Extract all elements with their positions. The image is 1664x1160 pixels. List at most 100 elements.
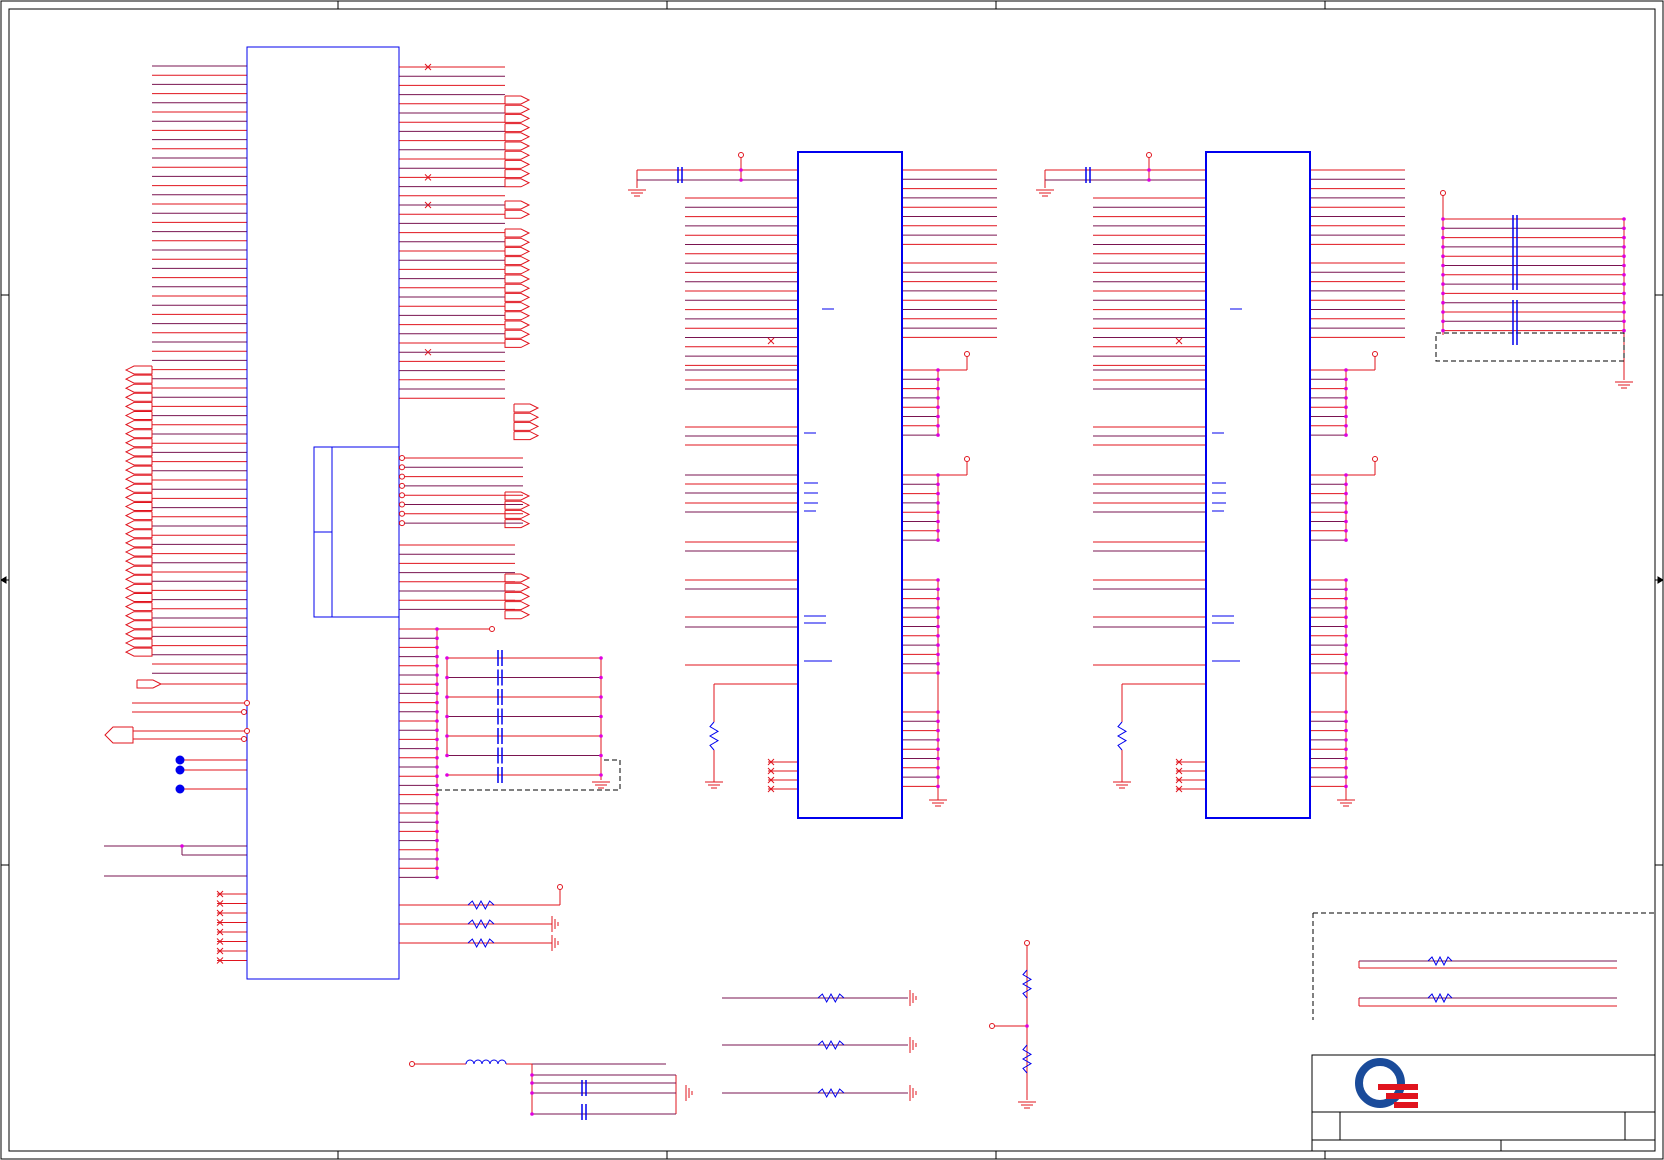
center-arrow-icon (1657, 576, 1664, 584)
capacitor-icon (677, 167, 683, 183)
junction-dot (1622, 263, 1626, 268)
capacitor-icon (1085, 167, 1091, 183)
net-port-icon (504, 265, 531, 275)
net-wires (104, 65, 1655, 1115)
net-port-icon (504, 338, 531, 348)
junction-dot (445, 656, 449, 660)
net-port-icon (504, 509, 531, 519)
capacitor-icon (581, 1080, 587, 1096)
junction-dot (739, 178, 743, 182)
net-port-icon (504, 500, 531, 510)
junction-dot (435, 636, 439, 640)
net-port-icon (124, 447, 153, 457)
net-port-icon (513, 412, 540, 422)
net-port-icon (124, 638, 153, 648)
logo-stripe (1394, 1102, 1418, 1108)
junction-dot (180, 844, 184, 848)
pin-bubble-icon (399, 455, 405, 461)
junction-dot (936, 606, 940, 610)
ground-icon (929, 799, 947, 807)
junction-dot (936, 615, 940, 619)
junction-dot (1344, 414, 1348, 419)
junction-dot (1344, 519, 1348, 524)
junction-dot (936, 473, 940, 477)
junction-dot (435, 645, 439, 650)
junction-dot (936, 587, 940, 592)
junction-dot (1344, 491, 1348, 496)
junction-dot (435, 848, 439, 852)
net-port-icon (504, 283, 531, 293)
junction-dot (445, 753, 449, 758)
junction-dot (435, 682, 439, 686)
junction-dot (936, 377, 940, 382)
junction-dot (936, 386, 940, 391)
pin-bubble-icon (399, 464, 405, 471)
net-port-icon (124, 374, 153, 384)
junction-dot (936, 738, 940, 742)
junction-dot (936, 661, 940, 666)
main-ic-body (246, 46, 400, 980)
junction-dot (1344, 606, 1348, 610)
junction-dot (936, 501, 940, 505)
junction-dot (1344, 433, 1348, 437)
junction-dot (1344, 596, 1348, 601)
junction-dot (1344, 396, 1348, 400)
net-port-icon (104, 726, 134, 744)
ground-icon (1018, 1101, 1036, 1109)
net-port-icon (504, 311, 531, 321)
power-port-icon (557, 884, 563, 890)
net-port-icon (504, 237, 531, 247)
junction-dot (599, 675, 603, 680)
ground-icon (551, 935, 559, 951)
net-port-icon (504, 159, 531, 169)
junction-dot (936, 643, 940, 647)
inductor-icon (465, 1059, 507, 1065)
pin-bubble-icon (241, 709, 247, 715)
junction-dot (1344, 368, 1348, 372)
net-port-icon (124, 611, 153, 621)
junction-dot (1344, 643, 1348, 647)
junction-dot (1344, 784, 1348, 789)
junction-dot (435, 654, 439, 659)
junction-dot (1344, 766, 1348, 770)
net-port-icon (124, 383, 153, 393)
junction-dot (435, 792, 439, 797)
junction-dot (1441, 263, 1445, 268)
pin-bubble-icon (399, 473, 405, 480)
junction-dot (435, 691, 439, 696)
junction-dot (599, 734, 603, 738)
junction-dot (435, 664, 439, 668)
net-port-icon (124, 511, 153, 521)
junction-dot (1622, 245, 1626, 249)
junction-dot (936, 538, 940, 542)
net-port-icon (124, 565, 153, 575)
ground-icon (909, 990, 917, 1006)
junction-dot (1344, 510, 1348, 514)
power-port-icon (1024, 940, 1030, 946)
net-port-icon (124, 420, 153, 430)
junction-dot (936, 368, 940, 372)
junction-dot (936, 766, 940, 770)
net-port-icon (124, 574, 153, 584)
net-port-icon (504, 200, 531, 210)
net-port-icon (124, 602, 153, 612)
net-port-icon (124, 593, 153, 602)
junction-dot (1622, 310, 1626, 314)
junction-dot (1344, 615, 1348, 619)
no-connect-icon (767, 337, 775, 345)
junction-dot (739, 168, 743, 172)
junction-dot (936, 510, 940, 514)
dashed-group-outline (1435, 332, 1625, 362)
junction-dot (599, 773, 603, 777)
junction-dot (1441, 235, 1445, 240)
junction-dot (1344, 578, 1348, 582)
junction-dot (936, 624, 940, 629)
net-port-icon (124, 474, 153, 484)
pin-bubble-icon (244, 700, 250, 706)
junction-dot (936, 634, 940, 638)
quanta-q-logo-icon (1355, 1058, 1418, 1108)
ground-icon (628, 189, 646, 197)
net-port-icon (504, 256, 531, 266)
net-port-icon (124, 401, 153, 411)
net-port-icon (504, 292, 531, 302)
